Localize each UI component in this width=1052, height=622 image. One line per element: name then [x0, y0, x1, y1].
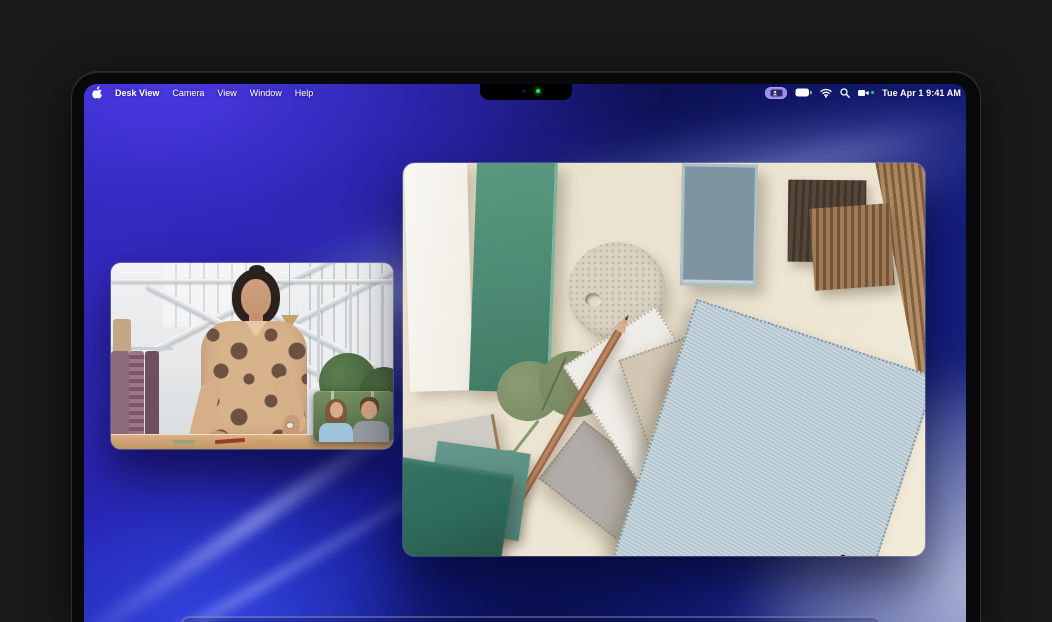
medium-wood-sample: [809, 203, 895, 290]
menu-bar-clock[interactable]: Tue Apr 1 9:41 AM: [882, 88, 961, 98]
menu-app-name[interactable]: Desk View: [115, 88, 159, 98]
menu-item-camera[interactable]: Camera: [172, 88, 204, 98]
notch-camera-lens: [522, 89, 526, 93]
pip-man-face: [361, 401, 377, 419]
call-pip-thumbnail[interactable]: [313, 391, 393, 442]
facetime-call-window[interactable]: [111, 263, 393, 449]
spotlight-icon[interactable]: [840, 88, 850, 98]
desk-fabric-sample-sage: [173, 440, 195, 444]
pip-man-body: [353, 421, 389, 442]
menu-item-help[interactable]: Help: [295, 88, 314, 98]
presenter-ring: [287, 423, 293, 428]
background-window-edge[interactable]: [180, 616, 882, 622]
blue-glass-tile-sample: [680, 163, 758, 286]
apple-logo-icon[interactable]: [92, 86, 102, 99]
teal-tile-sample: [469, 163, 558, 393]
presenter-face: [241, 279, 271, 317]
macbook-body: Desk View Camera View Window Help: [72, 72, 980, 622]
pip-woman-body: [319, 423, 353, 442]
fabric-snap-button: [839, 554, 847, 556]
menu-item-view[interactable]: View: [217, 88, 236, 98]
menu-bar-left: Desk View Camera View Window Help: [92, 86, 313, 99]
notch-camera-indicator: [536, 89, 540, 93]
screen-mirroring-icon[interactable]: [765, 87, 787, 99]
dark-green-square-tile: [403, 456, 514, 556]
steel-post: [317, 283, 320, 383]
macbook-screen: Desk View Camera View Window Help: [84, 84, 966, 622]
hanging-garment-plum: [145, 351, 159, 443]
pendant-lamp-cord: [289, 263, 290, 317]
presenter-hair-bun: [249, 265, 265, 275]
menu-bar-status: Tue Apr 1 9:41 AM: [765, 87, 961, 99]
white-tile-sample: [404, 163, 473, 392]
wifi-icon[interactable]: [820, 88, 832, 98]
camera-active-icon[interactable]: [858, 89, 874, 97]
menu-item-window[interactable]: Window: [250, 88, 282, 98]
pip-woman-face: [330, 402, 343, 418]
camera-active-dot: [871, 91, 874, 94]
battery-icon[interactable]: [795, 88, 812, 97]
hanging-garment-tan: [113, 319, 131, 353]
desk-view-window[interactable]: [403, 163, 925, 556]
display-notch: [480, 84, 572, 100]
desktop-stage: Desk View Camera View Window Help: [0, 0, 1052, 622]
felt-disc-hole: [585, 293, 601, 306]
